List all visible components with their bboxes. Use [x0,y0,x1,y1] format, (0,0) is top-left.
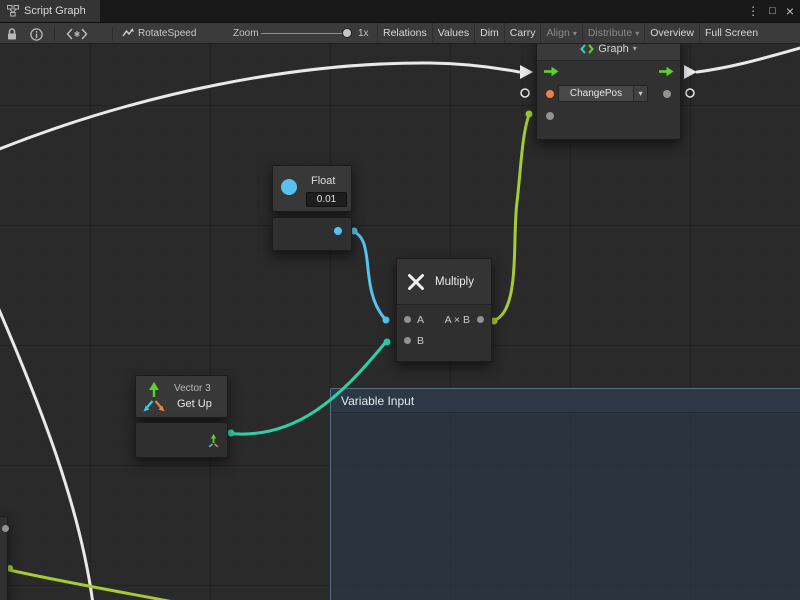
multiply-node-body: A A × B B [397,305,491,361]
wire-teal-getup-to-b[interactable] [225,343,385,434]
node-title: Graph [598,44,629,55]
graph-toolbar: RotateSpeed Zoom 1x Relations Values Dim… [0,22,800,44]
toolbar-buttons: Relations Values Dim Carry Align ▾ Distr… [377,23,800,43]
variable-port-row: ChangePos ▾ [537,83,680,105]
wire-end-dot-teal[interactable] [384,339,391,346]
port-row-b: B [397,331,491,352]
zoom-value: 1x [358,28,369,39]
float-node[interactable]: Float 0.01 [272,165,352,212]
toolbar-separator [112,27,113,41]
graph-node[interactable]: Graph ▾ ChangePos ▾ [536,44,681,140]
maximize-icon[interactable]: □ [769,6,776,17]
graph-asset-icon [122,27,134,39]
tab-title: Script Graph [24,5,86,17]
relations-button[interactable]: Relations [377,23,432,43]
window-controls: ⋮ □ × [747,0,794,22]
subgraph-icon [580,44,594,55]
chevron-down-icon: ▾ [635,29,639,38]
fullscreen-button[interactable]: Full Screen [699,23,763,43]
port-label-a: A [417,314,424,326]
wire-white-out[interactable] [697,47,800,72]
wire-lime-multiply-to-graph[interactable] [492,115,529,321]
variable-dropdown-value: ChangePos [559,86,633,101]
distribute-button[interactable]: Distribute ▾ [582,23,644,43]
multiply-node[interactable]: Multiply A A × B B [396,258,492,362]
wire-blue-float-to-a[interactable] [352,231,385,319]
node-title: Multiply [435,276,474,288]
flow-port-row [537,61,680,83]
port-row-a: A A × B [397,310,491,331]
port-dot-gray[interactable] [546,112,554,120]
float-type-icon [281,179,297,195]
connection-circle-right-icon[interactable] [686,89,694,97]
vector-node-ports[interactable] [135,422,228,458]
port-dot-gray[interactable] [663,90,671,98]
graph-name-label: RotateSpeed [138,28,196,39]
float-node-ports[interactable] [272,217,352,251]
port-dot-gray[interactable] [2,525,9,532]
flow-out-arrow-icon[interactable] [658,66,674,77]
connection-circle-left-icon[interactable] [521,89,529,97]
connection-arrow-left-icon[interactable] [520,65,533,79]
script-graph-window: Script Graph ⋮ □ × [0,0,800,600]
vector3-icon [142,381,166,415]
graph-reference[interactable]: RotateSpeed [122,23,196,43]
wire-lime-bottom[interactable] [0,567,210,600]
multiply-node-header[interactable]: Multiply [397,259,491,305]
values-button[interactable]: Values [432,23,474,43]
port-label-b: B [417,335,424,347]
port-dot-orange[interactable] [546,90,554,98]
graph-node-header[interactable]: Graph ▾ [537,44,680,61]
menu-icon[interactable]: ⋮ [747,5,759,17]
zoom-slider-knob[interactable] [342,28,352,38]
overview-button[interactable]: Overview [644,23,699,43]
dim-button[interactable]: Dim [474,23,504,43]
wire-white-diagonal[interactable] [0,298,93,600]
float-output-port[interactable] [334,227,342,235]
align-button[interactable]: Align ▾ [540,23,581,43]
wire-end-dot-lime[interactable] [526,111,533,118]
connection-arrow-right-icon[interactable] [684,65,697,79]
node-title: Get Up [177,398,212,410]
float-value-input[interactable]: 0.01 [306,192,347,207]
port-label-output: A × B [445,314,470,326]
multiply-icon [406,272,426,292]
node-type-label: Vector 3 [174,383,211,394]
variable-dropdown[interactable]: ChangePos ▾ [558,85,648,102]
code-graph-icon[interactable] [66,28,88,40]
wire-end-dot-blue[interactable] [383,317,390,324]
wire-white-in[interactable] [0,63,519,152]
wire-end-dot-teal[interactable] [228,430,235,437]
chevron-down-icon: ▾ [633,44,637,53]
node-title: Float [311,175,335,187]
output-port[interactable] [477,316,484,323]
close-icon[interactable]: × [786,4,794,18]
vector-node[interactable]: Vector 3 Get Up [135,375,228,418]
tab-script-graph[interactable]: Script Graph [0,0,100,22]
tab-bar: Script Graph ⋮ □ × [0,0,800,22]
chevron-down-icon: ▾ [573,29,577,38]
script-graph-icon [7,5,19,17]
partial-node[interactable] [0,516,8,600]
input-port-b[interactable] [404,337,411,344]
graph-canvas[interactable]: Variable Input [0,44,800,600]
carry-button[interactable]: Carry [504,23,541,43]
info-icon[interactable] [30,28,43,41]
vector-output-port-icon[interactable] [206,433,221,448]
toolbar-separator [54,27,55,41]
value-port-row [537,105,680,127]
zoom-label: Zoom [233,28,259,39]
zoom-slider[interactable] [261,33,347,34]
input-port-a[interactable] [404,316,411,323]
flow-in-arrow-icon[interactable] [543,66,559,77]
lock-icon[interactable] [6,27,18,41]
chevron-down-icon: ▾ [633,86,647,101]
